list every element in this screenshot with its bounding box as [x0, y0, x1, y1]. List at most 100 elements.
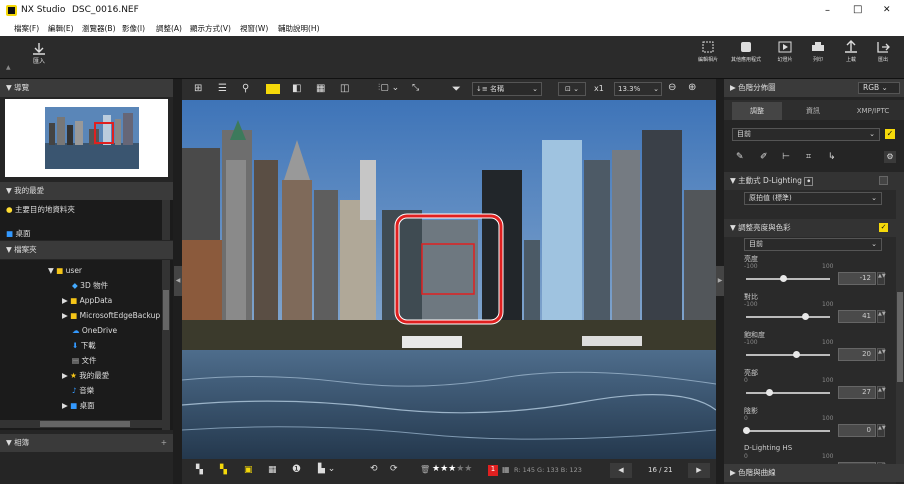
settings-gear-icon[interactable]: ⚙ — [884, 151, 896, 163]
previous-image-button[interactable]: ◀ — [610, 463, 632, 478]
tab-adjust[interactable]: 調整 — [732, 102, 782, 120]
slider-handle[interactable] — [793, 351, 801, 358]
export-button[interactable]: 匯出 — [870, 40, 896, 63]
tree-item-favorites[interactable]: ▶ ★ 我的最愛 — [62, 369, 109, 383]
levels-curves-header[interactable]: ▶ 色階與曲線 — [724, 464, 904, 482]
right-panel-collapse-handle[interactable]: ▶ — [716, 266, 724, 296]
protect-flag-badge[interactable]: 1 — [488, 465, 498, 476]
retouch-brush-icon[interactable]: ✎ — [736, 152, 744, 162]
slider-track[interactable] — [746, 392, 830, 394]
menu-image[interactable]: 影像(I) — [122, 23, 145, 34]
slider-stepper[interactable]: ▲▼ — [877, 310, 886, 323]
menu-edit[interactable]: 編輯(E) — [48, 23, 74, 34]
upload-button[interactable]: 上載 — [838, 40, 864, 63]
albums-header[interactable]: ▼ 相簿 + — [0, 434, 173, 452]
four-view-icon[interactable]: ▦ — [316, 83, 325, 94]
slider-value-input[interactable]: 20 — [838, 348, 876, 361]
full-screen-icon[interactable]: ⤡ — [412, 83, 419, 93]
rating-stars[interactable]: ★★★★★ — [432, 464, 472, 474]
zoom-fit-dropdown[interactable]: ⊡ ⌄ — [558, 82, 586, 96]
adl-checkbox[interactable] — [879, 176, 888, 185]
tree-item-desktop[interactable]: ▶ ■ 桌面 — [62, 399, 95, 413]
brightness-color-header[interactable]: ▼ 調整亮度與色彩 ✓ — [724, 219, 896, 237]
tree-item-downloads[interactable]: ⬇ 下載 — [72, 339, 96, 353]
folder-tree-hscrollbar[interactable] — [0, 420, 162, 428]
print-button[interactable]: 列印 — [805, 40, 831, 63]
add-album-icon[interactable]: + — [161, 434, 167, 452]
favorite-item-desktop[interactable]: ■ 桌面 — [6, 227, 30, 241]
rotate-left-icon[interactable]: ⟲ — [370, 464, 378, 474]
rotate-right-icon[interactable]: ⟳ — [390, 464, 398, 474]
slider-track[interactable] — [746, 278, 830, 280]
tree-item-appdata[interactable]: ▶ ■ AppData — [62, 294, 112, 308]
minimize-button[interactable]: – — [825, 5, 830, 16]
tree-item-user[interactable]: ▼ ■ user — [48, 264, 82, 278]
zoom-in-icon[interactable]: ⊕ — [688, 82, 696, 93]
navigator-preview[interactable] — [5, 99, 168, 177]
tree-item-music[interactable]: ♪ 音樂 — [72, 384, 94, 398]
favorite-item-main-destination[interactable]: ● 主要目的地資料夾 — [6, 203, 75, 217]
trash-icon[interactable]: 🗑 — [420, 465, 430, 474]
tab-xmp-iptc[interactable]: XMP/IPTC — [844, 102, 902, 120]
grid-view-icon[interactable]: ⊞ — [194, 83, 202, 94]
toolbar-expand-icon[interactable]: ▲ — [6, 64, 11, 71]
adjust-preset-dropdown[interactable]: 目前 ⌄ — [732, 128, 880, 141]
map-view-icon[interactable]: ⚲ — [242, 83, 249, 94]
slider-stepper[interactable]: ▲▼ — [877, 386, 886, 399]
slider-track[interactable] — [746, 316, 830, 318]
slider-value-input[interactable]: 41 — [838, 310, 876, 323]
maximize-button[interactable]: □ — [853, 4, 862, 15]
menu-view[interactable]: 顯示方式(V) — [190, 23, 231, 34]
auto-retouch-icon[interactable]: ↳ — [828, 152, 836, 162]
favorites-scrollbar[interactable] — [162, 200, 170, 240]
list-view-icon[interactable]: ☰ — [218, 83, 227, 94]
navigator-header[interactable]: ▼ 導覽 — [0, 79, 173, 97]
compare-view-icon[interactable]: ◧ — [292, 83, 301, 94]
left-panel-collapse-handle[interactable]: ◀ — [174, 266, 182, 296]
sort-dropdown[interactable]: ↓≡ 名稱 ⌄ — [472, 82, 542, 96]
slider-stepper[interactable]: ▲▼ — [877, 272, 886, 285]
color-control-point-icon[interactable]: ✐ — [760, 152, 768, 162]
zoom-out-icon[interactable]: ⊖ — [668, 82, 676, 93]
zoom-dropdown[interactable]: 13.3% ⌄ — [614, 82, 662, 96]
menu-file[interactable]: 檔案(F) — [14, 23, 39, 34]
slider-value-input[interactable]: 0 — [838, 424, 876, 437]
tree-item-3d-objects[interactable]: ◆ 3D 物件 — [72, 279, 108, 293]
menu-window[interactable]: 視窗(W) — [240, 23, 268, 34]
zoom-x1-button[interactable]: x1 — [594, 84, 604, 93]
tab-info[interactable]: 資訊 — [788, 102, 838, 120]
menu-help[interactable]: 輔助說明(H) — [278, 23, 320, 34]
menu-browser[interactable]: 瀏覽器(B) — [82, 23, 116, 34]
filmstrip-icon[interactable]: ⫶▢ ⌄ — [378, 83, 399, 93]
slideshow-button[interactable]: 幻燈片 — [772, 40, 798, 63]
brightness-color-checkbox[interactable]: ✓ — [879, 223, 888, 232]
tree-item-edge-backup[interactable]: ▶ ■ MicrosoftEdgeBackup — [62, 309, 160, 323]
close-button[interactable]: ✕ — [883, 5, 891, 15]
adl-dropdown[interactable]: 原拍值 (標準) ⌄ — [744, 192, 882, 205]
next-image-button[interactable]: ▶ — [688, 463, 710, 478]
histogram-header[interactable]: ▶ 色階分佈圖 RGB ⌄ — [724, 79, 904, 97]
adjust-enabled-checkbox[interactable]: ✓ — [885, 129, 895, 139]
adl-header[interactable]: ▼ 主動式 D-Lighting ⚫ — [724, 172, 896, 190]
stack-icon[interactable]: ▚ — [196, 465, 203, 475]
slider-track[interactable] — [746, 354, 830, 356]
menu-adjust[interactable]: 調整(A) — [156, 23, 182, 34]
folder-tree-scrollbar[interactable] — [162, 260, 170, 430]
slider-handle[interactable] — [779, 275, 787, 282]
slider-value-input[interactable]: 27 — [838, 386, 876, 399]
favorites-header[interactable]: ▼ 我的最愛 — [0, 182, 173, 200]
info-overlay-icon[interactable]: ▣ — [244, 465, 253, 475]
rgb-dropdown[interactable]: RGB ⌄ — [858, 82, 900, 94]
image-viewer[interactable] — [182, 100, 716, 459]
histogram-overlay-icon[interactable]: ▙ ⌄ — [318, 464, 335, 474]
tree-item-documents[interactable]: ▤ 文件 — [72, 354, 96, 368]
brightness-color-preset-dropdown[interactable]: 目前 ⌄ — [744, 238, 882, 251]
right-panel-scrollbar[interactable] — [896, 172, 904, 464]
tree-item-onedrive[interactable]: ☁ OneDrive — [72, 324, 117, 338]
edit-photo-button[interactable]: 編輯相片 — [693, 40, 723, 63]
slider-track[interactable] — [746, 430, 830, 432]
before-after-icon[interactable]: ◫ — [340, 83, 349, 94]
info-icon[interactable]: ❶ — [292, 464, 301, 475]
folders-header[interactable]: ▼ 檔案夾 — [0, 241, 173, 259]
grid-overlay-icon[interactable]: ▦ — [268, 465, 277, 475]
